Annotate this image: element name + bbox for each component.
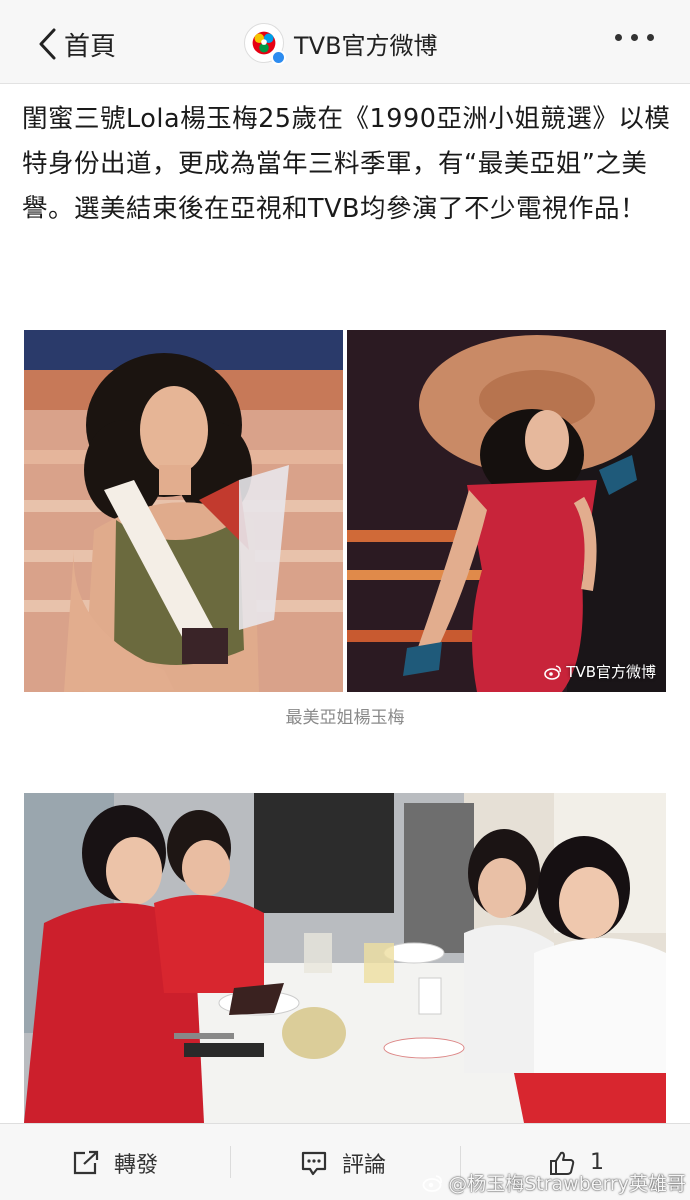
- comment-button[interactable]: 評論: [300, 1124, 386, 1200]
- weibo-logo-icon: [544, 664, 562, 680]
- account-header[interactable]: TVB官方微博: [244, 22, 438, 65]
- post-image-group-dinner[interactable]: [24, 793, 666, 1123]
- more-dot-icon: [631, 34, 638, 41]
- account-name: TVB官方微博: [294, 31, 438, 60]
- top-nav-bar: 首頁 TVB官方微博: [0, 0, 690, 84]
- group-dinner-photo: [24, 793, 666, 1123]
- image-watermark-text: TVB官方微博: [566, 663, 656, 681]
- post-image-pageant-winner[interactable]: [24, 330, 343, 692]
- user-watermark: @杨玉梅Strawberry英雄哥: [422, 1169, 686, 1196]
- avatar[interactable]: [244, 23, 286, 65]
- pageant-winner-photo: [24, 330, 343, 692]
- repost-label: 轉發: [114, 1152, 159, 1178]
- red-dress-photo: [347, 330, 666, 692]
- more-dot-icon: [647, 34, 654, 41]
- user-watermark-text: @杨玉梅Strawberry英雄哥: [448, 1173, 686, 1195]
- more-dot-icon: [615, 34, 622, 41]
- more-options-button[interactable]: [615, 34, 654, 41]
- verified-badge-icon: [271, 50, 286, 65]
- weibo-logo-icon: [422, 1174, 443, 1192]
- back-button[interactable]: 首頁: [34, 24, 116, 64]
- back-label: 首頁: [64, 31, 117, 62]
- image-watermark: TVB官方微博: [544, 661, 656, 682]
- post-text: 閨蜜三號Lola楊玉梅25歲在《1990亞洲小姐競選》以模特身份出道，更成為當年…: [22, 104, 671, 224]
- post-image-red-dress[interactable]: TVB官方微博: [347, 330, 666, 692]
- comment-label: 評論: [342, 1152, 387, 1178]
- toolbar-divider: [230, 1146, 231, 1178]
- comment-icon: [301, 1151, 327, 1175]
- image-caption: 最美亞姐楊玉梅: [285, 708, 405, 728]
- share-icon: [73, 1150, 99, 1174]
- chevron-left-icon: [39, 28, 56, 60]
- repost-button[interactable]: 轉發: [72, 1124, 158, 1200]
